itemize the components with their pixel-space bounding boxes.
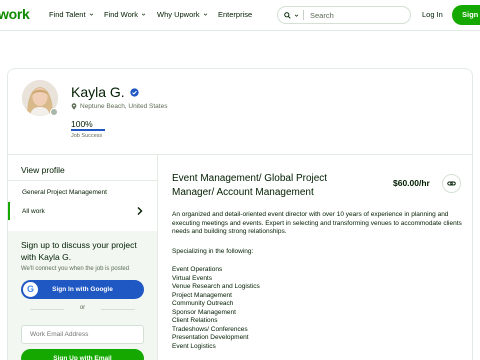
google-signin-button[interactable]: Sign In with Google G: [21, 280, 144, 299]
email-field[interactable]: [21, 325, 144, 344]
sidebar-divider: [8, 180, 157, 181]
chevron-down-icon[interactable]: [294, 13, 299, 18]
nav-find-work-label: Find Work: [104, 10, 139, 19]
location-text: Neptune Beach, United States: [80, 103, 168, 110]
job-success-bar-fill: [71, 129, 105, 131]
list-item: Presentation Development: [172, 334, 249, 341]
profile-location: Neptune Beach, United States: [71, 103, 167, 110]
specializing-heading: Specializing in the following:: [172, 248, 254, 255]
nav-why-upwork-label: Why Upwork: [157, 10, 200, 19]
copy-link-button[interactable]: [442, 174, 461, 193]
link-icon: [447, 181, 456, 186]
sidebar-item-general-project-management[interactable]: General Project Management: [22, 189, 107, 196]
job-success-value: 100%: [71, 119, 93, 129]
search-input[interactable]: Search: [310, 11, 334, 20]
list-item: Virtual Events: [172, 274, 212, 282]
search-bar[interactable]: Search: [277, 6, 411, 24]
chevron-down-icon: [203, 13, 207, 16]
list-item: Community Outreach: [172, 300, 234, 307]
top-nav-bar: work Find Talent Find Work Why Upwork En…: [0, 0, 480, 31]
nav-find-talent-label: Find Talent: [49, 10, 86, 19]
list-item: Event Logistics: [172, 342, 216, 350]
or-separator: or: [8, 305, 157, 311]
status-indicator: [50, 108, 58, 116]
signup-button[interactable]: Sign: [452, 5, 480, 25]
signup-email-button[interactable]: Sign Up with Email: [21, 349, 144, 360]
profile-name-row: Kayla G.: [71, 84, 139, 100]
location-pin-icon: [71, 103, 77, 110]
specialized-profile-title: Event Management/ Global Project Manager…: [172, 173, 328, 198]
chevron-down-icon: [141, 13, 146, 16]
nav-enterprise-label: Enterprise: [218, 10, 253, 19]
sidebar-item-all-work[interactable]: All work: [8, 200, 157, 224]
list-item: Tradeshows/ Conferences: [172, 325, 248, 333]
list-item: Project Management: [172, 291, 232, 299]
list-item: Venue Research and Logistics: [172, 283, 260, 290]
card-divider: [8, 154, 472, 155]
sidebar-item-label: All work: [22, 208, 45, 215]
search-icon: [284, 11, 291, 19]
google-icon: G: [23, 282, 38, 297]
upwork-logo[interactable]: work: [0, 6, 30, 22]
login-link[interactable]: Log In: [422, 10, 443, 19]
search-divider: [303, 10, 304, 20]
job-success-label: Job Success: [71, 133, 103, 139]
verified-badge-icon: [130, 87, 139, 97]
skills-list: Event Operations Virtual Events Venue Re…: [172, 266, 260, 351]
google-signin-label: Sign In with Google: [52, 286, 113, 293]
profile-name: Kayla G.: [71, 84, 125, 100]
signup-panel-title: Sign up to discuss your project with Kay…: [21, 240, 137, 262]
job-success-bar: [71, 129, 105, 131]
signup-panel: Sign up to discuss your project with Kay…: [8, 231, 157, 360]
nav-find-work[interactable]: Find Work: [104, 10, 146, 19]
chevron-down-icon: [89, 13, 93, 16]
list-item: Sponsor Management: [172, 308, 236, 316]
chevron-right-icon: [137, 207, 143, 215]
list-item: Event Operations: [172, 266, 223, 273]
hourly-rate: $60.00/hr: [393, 178, 430, 188]
profile-description: An organized and detail-oriented event d…: [172, 211, 462, 235]
nav-why-upwork[interactable]: Why Upwork: [157, 10, 208, 19]
column-divider: [157, 155, 158, 360]
signup-panel-subtitle: We'll connect you when the job is posted: [21, 266, 130, 272]
nav-find-talent[interactable]: Find Talent: [49, 10, 94, 19]
active-indicator: [8, 202, 10, 220]
list-item: Client Relations: [172, 317, 218, 324]
view-profile-heading: View profile: [21, 165, 65, 175]
nav-enterprise[interactable]: Enterprise: [218, 10, 252, 19]
